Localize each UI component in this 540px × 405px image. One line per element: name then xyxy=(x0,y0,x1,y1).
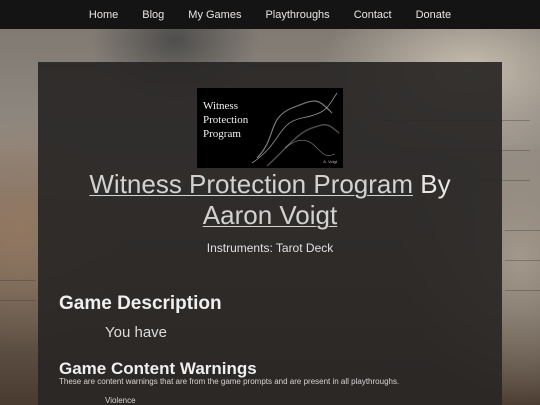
nav-home-link[interactable]: Home xyxy=(89,9,118,21)
game-cover-image: Witness Protection Program A. Voigt xyxy=(197,88,343,168)
author-link[interactable]: Aaron Voigt xyxy=(203,200,337,230)
by-label: By xyxy=(420,169,451,199)
nav-my-games-link[interactable]: My Games xyxy=(188,9,241,21)
nav-blog-link[interactable]: Blog xyxy=(142,9,164,21)
nav-donate-link[interactable]: Donate xyxy=(416,9,451,21)
game-title-link[interactable]: Witness Protection Program xyxy=(89,169,413,199)
content-warnings-subtitle: These are content warnings that are from… xyxy=(59,377,400,386)
content-warnings-heading: Game Content Warnings xyxy=(59,359,257,378)
game-description-text: You have xyxy=(105,324,168,341)
content-warning-item: Violence xyxy=(105,396,136,405)
game-heading: Witness Protection Program By Aaron Voig… xyxy=(38,169,502,231)
cover-title: Witness Protection Program xyxy=(203,100,249,140)
content-panel: Witness Protection Program A. Voigt Witn… xyxy=(38,62,502,405)
game-description-heading: Game Description xyxy=(59,293,222,314)
nav-contact-link[interactable]: Contact xyxy=(354,9,392,21)
cover-author: A. Voigt xyxy=(323,159,337,164)
top-navigation: Home Blog My Games Playthroughs Contact … xyxy=(0,0,540,29)
nav-playthroughs-link[interactable]: Playthroughs xyxy=(265,9,329,21)
instruments-text: Instruments: Tarot Deck xyxy=(206,241,334,255)
